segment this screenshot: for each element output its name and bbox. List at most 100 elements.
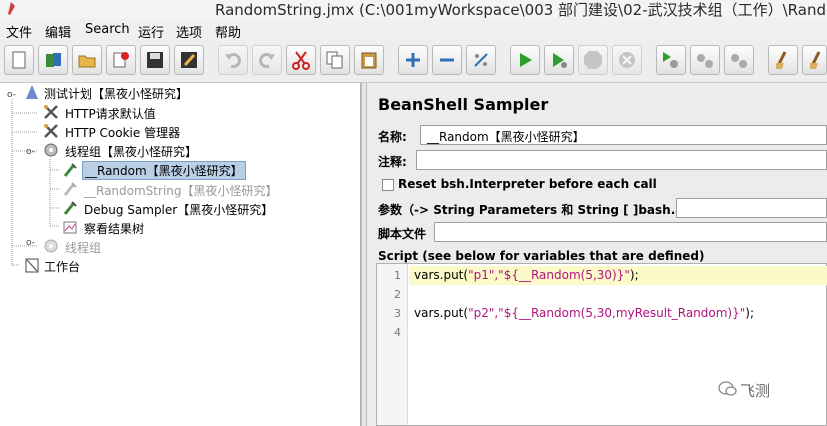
test-plan-tree: o- o- o- 测试计划【黑夜小怪研究】 HTTP请求默认值 HTTP Coo… bbox=[0, 83, 361, 426]
tree-item-label: Debug Sampler【黑夜小怪研究】 bbox=[84, 203, 274, 217]
save-as-icon bbox=[181, 52, 197, 68]
templates-icon bbox=[46, 53, 61, 67]
expand-toggle-icon[interactable]: o- bbox=[26, 238, 35, 248]
start-button[interactable] bbox=[510, 45, 540, 75]
open-icon bbox=[78, 55, 96, 68]
listener-icon bbox=[63, 221, 77, 234]
menu-bar: 文件 编辑 Search 运行 选项 帮助 bbox=[0, 18, 827, 41]
open-button[interactable] bbox=[72, 45, 102, 75]
menu-help[interactable]: 帮助 bbox=[215, 22, 241, 41]
code-line[interactable]: vars.put("p2","${__Random(5,30,myResult_… bbox=[409, 304, 827, 323]
remote-stop-button[interactable] bbox=[690, 45, 720, 75]
clear-icon bbox=[776, 51, 787, 69]
remote-start-icon bbox=[663, 52, 678, 68]
config-icon bbox=[44, 105, 58, 119]
comment-label: 注释: bbox=[378, 155, 407, 169]
script-file-field[interactable] bbox=[434, 222, 827, 242]
parameters-label: 参数（-> String Parameters 和 String [ ]bash… bbox=[378, 203, 718, 217]
tree-item-label: HTTP请求默认值 bbox=[65, 107, 156, 121]
sampler-icon bbox=[63, 201, 77, 215]
copy-icon bbox=[326, 51, 343, 69]
cut-button[interactable] bbox=[286, 45, 316, 75]
reset-interpreter-label: Reset bsh.Interpreter before each call bbox=[398, 177, 657, 191]
code-line[interactable] bbox=[409, 285, 827, 304]
code-string: "p1","${__Random(5,30)}" bbox=[468, 268, 630, 282]
close-button[interactable] bbox=[106, 45, 136, 75]
tree-item-label: 测试计划【黑夜小怪研究】 bbox=[44, 87, 189, 101]
stop-button[interactable] bbox=[578, 45, 608, 75]
save-as-button[interactable] bbox=[174, 45, 204, 75]
undo-icon bbox=[225, 53, 241, 68]
menu-search[interactable]: Search bbox=[85, 22, 130, 37]
tree-item-label: 线程组【黑夜小怪研究】 bbox=[65, 145, 198, 159]
tree-item-label: 线程组 bbox=[65, 241, 102, 255]
toggle-button[interactable] bbox=[466, 45, 496, 75]
collapse-toggle-icon[interactable]: o- bbox=[7, 90, 16, 100]
remote-stop-icon bbox=[697, 54, 713, 68]
remote-start-button[interactable] bbox=[656, 45, 686, 75]
start-icon bbox=[520, 53, 532, 67]
expand-all-button[interactable] bbox=[398, 45, 428, 75]
wechat-icon bbox=[718, 381, 737, 396]
split-pane-divider[interactable] bbox=[361, 83, 367, 426]
code-suffix: ); bbox=[745, 306, 754, 320]
sampler-panel: BeanShell Sampler 名称: __Random【黑夜小怪研究】 注… bbox=[368, 83, 827, 426]
line-number: 3 bbox=[394, 307, 401, 320]
code-text: vars.put("p2","${__Random(5,30,myResult_… bbox=[414, 306, 754, 320]
menu-file[interactable]: 文件 bbox=[6, 22, 32, 41]
menu-run[interactable]: 运行 bbox=[138, 22, 164, 41]
watermark: 飞测 bbox=[718, 380, 771, 401]
collapse-toggle-icon[interactable]: o- bbox=[26, 147, 35, 157]
line-number: 2 bbox=[394, 288, 401, 301]
redo-icon bbox=[259, 53, 275, 68]
line-number: 4 bbox=[394, 326, 401, 339]
name-label: 名称: bbox=[378, 130, 407, 144]
remote-exit-button[interactable] bbox=[724, 45, 754, 75]
clear-button[interactable] bbox=[768, 45, 798, 75]
code-line[interactable] bbox=[409, 323, 827, 342]
start-no-pauses-button[interactable] bbox=[544, 45, 574, 75]
window-title: RandomString.jmx (C:\001myWorkspace\003 … bbox=[215, 1, 827, 19]
code-string: "p2","${__Random(5,30,myResult_Random)}" bbox=[468, 306, 746, 320]
jmeter-feather-icon bbox=[8, 2, 15, 15]
code-prefix: vars.put( bbox=[414, 268, 469, 282]
tree-item-label: __RandomString【黑夜小怪研究】 bbox=[84, 184, 278, 198]
start-no-pause-icon bbox=[553, 53, 567, 68]
code-prefix: vars.put( bbox=[414, 306, 469, 320]
code-line[interactable]: vars.put("p1","${__Random(5,30)}"); bbox=[409, 266, 827, 285]
name-field[interactable]: __Random【黑夜小怪研究】 bbox=[420, 125, 827, 145]
sampler-icon bbox=[63, 182, 77, 196]
script-editor[interactable]: 1 2 3 4 vars.put("p1","${__Random(5,30)}… bbox=[376, 263, 827, 426]
menu-edit[interactable]: 编辑 bbox=[45, 22, 71, 41]
shutdown-button[interactable] bbox=[612, 45, 642, 75]
new-icon bbox=[12, 51, 26, 69]
collapse-icon bbox=[440, 58, 454, 62]
templates-button[interactable] bbox=[38, 45, 68, 75]
redo-button[interactable] bbox=[252, 45, 282, 75]
close-icon bbox=[113, 52, 129, 68]
tree-item-label: __Random【黑夜小怪研究】 bbox=[82, 161, 246, 180]
paste-button[interactable] bbox=[354, 45, 384, 75]
new-button[interactable] bbox=[4, 45, 34, 75]
expand-icon bbox=[406, 53, 420, 67]
shutdown-icon bbox=[619, 52, 635, 68]
clear-all-button[interactable] bbox=[802, 45, 827, 75]
undo-button[interactable] bbox=[218, 45, 248, 75]
copy-button[interactable] bbox=[320, 45, 350, 75]
save-icon bbox=[147, 52, 163, 68]
toolbar bbox=[0, 40, 827, 83]
panel-title: BeanShell Sampler bbox=[378, 95, 549, 114]
tree-item-label: 察看结果树 bbox=[84, 222, 145, 236]
tree-item-label: 工作台 bbox=[44, 260, 81, 274]
thread-group-icon bbox=[44, 143, 58, 157]
code-suffix: ); bbox=[629, 268, 639, 282]
menu-options[interactable]: 选项 bbox=[176, 22, 202, 41]
save-button[interactable] bbox=[140, 45, 170, 75]
collapse-all-button[interactable] bbox=[432, 45, 462, 75]
comment-field[interactable] bbox=[416, 150, 827, 170]
reset-interpreter-checkbox[interactable] bbox=[382, 179, 394, 191]
config-icon bbox=[44, 124, 58, 138]
parameters-field[interactable] bbox=[676, 198, 827, 218]
watermark-text: 飞测 bbox=[740, 382, 771, 400]
paste-icon bbox=[361, 52, 377, 69]
